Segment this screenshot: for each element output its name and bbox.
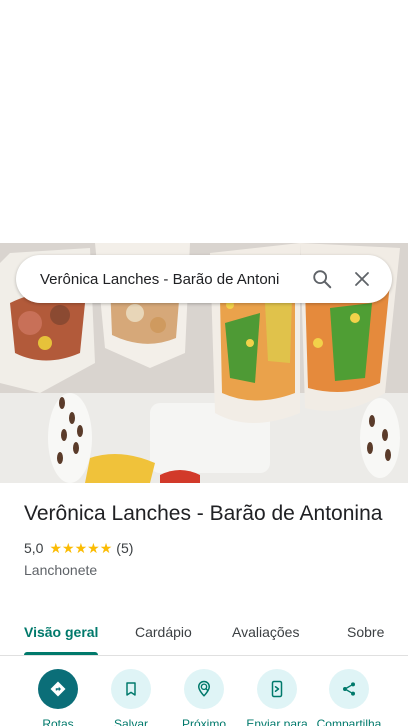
search-bar[interactable]: Verônica Lanches - Barão de Antoni <box>16 255 392 303</box>
nearby-button[interactable]: Próximo <box>164 669 244 726</box>
nearby-label: Próximo <box>181 717 226 726</box>
star-icon: ★ <box>74 540 88 556</box>
send-to-phone-button[interactable]: Enviar para <box>237 669 317 726</box>
share-button[interactable]: Compartilha <box>309 669 389 726</box>
send-to-phone-label: Enviar para <box>246 717 308 726</box>
save-button[interactable]: Salvar <box>91 669 171 726</box>
directions-button[interactable]: Rotas <box>18 669 98 726</box>
tab-menu[interactable]: Cardápio <box>135 624 192 640</box>
star-icon: ★ <box>62 540 75 556</box>
star-icon: ★ <box>87 540 100 556</box>
save-label: Salvar <box>113 717 148 726</box>
star-icon: ★ <box>99 540 113 556</box>
rating-row[interactable]: 5,0 ★ ★ ★ ★ ★ (5) <box>24 538 394 558</box>
directions-icon <box>38 669 78 709</box>
place-title: Verônica Lanches - Barão de Antonina <box>24 502 383 525</box>
share-icon <box>329 669 369 709</box>
star-rating: ★ ★ ★ ★ ★ <box>49 541 112 555</box>
tab-about[interactable]: Sobre <box>347 624 384 640</box>
tab-reviews[interactable]: Avaliações <box>232 624 299 640</box>
bookmark-icon <box>111 669 151 709</box>
place-details: Verônica Lanches - Barão de Antonina 5,0… <box>24 500 394 578</box>
action-row: Rotas Salvar Próximo Enviar para Compart… <box>0 669 408 726</box>
share-label: Compartilha <box>316 717 382 726</box>
map-blank-area <box>0 0 408 243</box>
tab-overview[interactable]: Visão geral <box>24 624 98 640</box>
search-input[interactable]: Verônica Lanches - Barão de Antoni <box>40 271 302 288</box>
active-tab-indicator <box>24 652 98 655</box>
review-count[interactable]: (5) <box>116 540 133 556</box>
rating-value: 5,0 <box>24 540 44 556</box>
close-icon[interactable] <box>342 259 382 299</box>
star-icon: ★ <box>49 540 63 556</box>
directions-label: Rotas <box>42 717 74 726</box>
place-category[interactable]: Lanchonete <box>24 562 394 578</box>
send-to-phone-icon <box>257 669 297 709</box>
search-icon[interactable] <box>302 259 342 299</box>
tab-bar: Visão geral Cardápio Avaliações Sobre <box>0 610 408 656</box>
nearby-icon <box>184 669 224 709</box>
